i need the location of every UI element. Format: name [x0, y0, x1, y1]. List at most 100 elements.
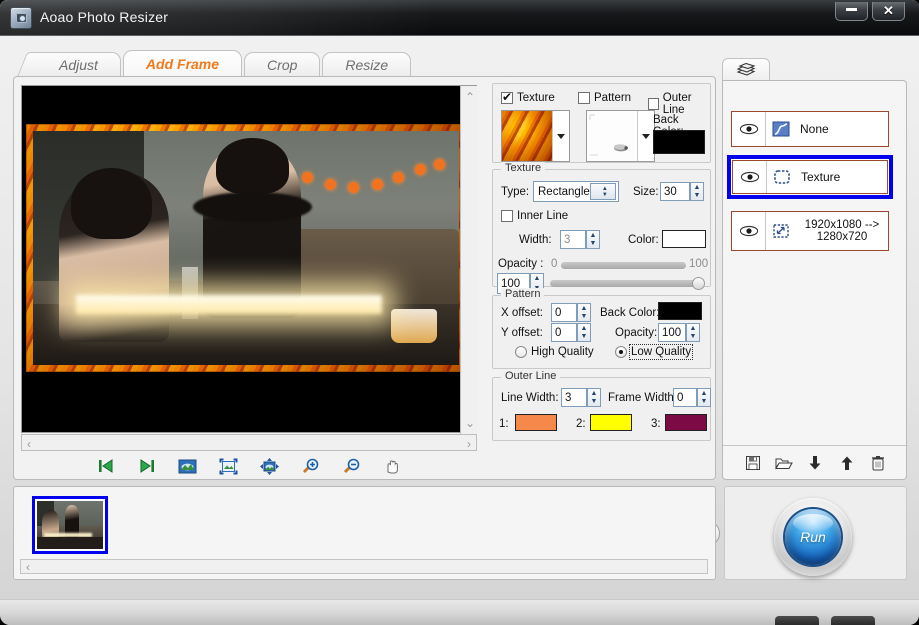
pattern-checkbox[interactable]	[578, 92, 590, 104]
tab-resize[interactable]: Resize	[322, 52, 412, 77]
thumbnail-item[interactable]	[32, 496, 108, 554]
x-offset-input[interactable]: 0	[551, 303, 577, 322]
delete-layer-button[interactable]	[868, 453, 888, 473]
actual-size-button[interactable]	[258, 456, 282, 477]
texture-checkbox[interactable]	[501, 90, 513, 104]
stepper-down-icon[interactable]: ▼	[578, 313, 590, 322]
outer-line-checkbox-row[interactable]: Outer Line	[648, 92, 710, 116]
thumbnail-scrollbar[interactable]: ‹	[20, 559, 708, 574]
inner-line-checkbox-row[interactable]: Inner Line	[501, 210, 568, 222]
photo-subject-back-hair	[71, 168, 153, 239]
size-stepper[interactable]: ▲ ▼	[690, 182, 704, 201]
move-up-button[interactable]	[837, 453, 857, 473]
opacity-slider-track[interactable]	[550, 280, 698, 287]
stepper-down-icon[interactable]: ▼	[588, 398, 600, 407]
stepper-up-icon[interactable]: ▲	[691, 183, 703, 192]
back-color-swatch[interactable]	[653, 130, 705, 154]
fit-page-button[interactable]	[217, 456, 241, 477]
stepper-down-icon[interactable]: ▼	[698, 398, 710, 407]
inner-color-swatch[interactable]	[662, 230, 706, 248]
stepper-up-icon[interactable]: ▲	[578, 304, 590, 313]
y-offset-input[interactable]: 0	[551, 323, 577, 342]
outer-color-1-swatch[interactable]	[515, 414, 557, 431]
pattern-opacity-stepper[interactable]: ▲ ▼	[686, 323, 700, 342]
zoom-out-button[interactable]	[340, 456, 364, 477]
texture-group-title: Texture	[501, 162, 546, 174]
minimize-button[interactable]	[835, 2, 868, 21]
texture-checkbox-row[interactable]: Texture	[501, 90, 555, 104]
frame-width-stepper[interactable]: ▲ ▼	[697, 388, 711, 407]
x-offset-label: X offset:	[501, 307, 543, 319]
image-preview[interactable]: ⌃ ⌄	[21, 85, 477, 434]
texture-dropdown-arrow[interactable]	[552, 111, 569, 161]
visibility-eye-icon[interactable]	[732, 212, 766, 250]
scroll-up-icon[interactable]: ⌃	[465, 91, 475, 103]
outer-color-3-swatch[interactable]	[665, 414, 707, 431]
pattern-opacity-input[interactable]: 100	[658, 323, 686, 342]
color1-label: 1:	[499, 418, 509, 430]
opacity-track-top[interactable]	[561, 262, 686, 269]
opacity-slider-knob[interactable]	[692, 277, 705, 290]
tab-adjust[interactable]: Adjust	[36, 52, 121, 77]
texture-swatch-picker[interactable]	[501, 110, 570, 162]
inner-width-stepper[interactable]: ▲ ▼	[586, 230, 600, 249]
stepper-up-icon[interactable]: ▲	[687, 324, 699, 333]
pattern-back-color-swatch[interactable]	[658, 302, 702, 320]
combo-spinner-icon[interactable]: ▲ ▼	[589, 183, 616, 200]
layer-item-texture[interactable]: Texture	[727, 155, 893, 199]
move-down-button[interactable]	[805, 453, 825, 473]
layer-item-resize[interactable]: 1920x1080 --> 1280x720	[731, 211, 889, 251]
outer-line-checkbox[interactable]	[648, 98, 659, 110]
scroll-down-icon[interactable]: ⌄	[465, 417, 475, 429]
zoom-in-button[interactable]	[299, 456, 323, 477]
low-quality-radio[interactable]	[615, 346, 627, 358]
inner-width-input[interactable]: 3	[560, 230, 586, 249]
line-width-stepper[interactable]: ▲ ▼	[587, 388, 601, 407]
visibility-eye-icon[interactable]	[732, 112, 766, 146]
stepper-down-icon[interactable]: ▼	[691, 192, 703, 201]
scroll-left-icon[interactable]: ‹	[26, 561, 30, 573]
stepper-up-icon[interactable]: ▲	[698, 389, 710, 398]
stepper-down-icon[interactable]: ▼	[687, 333, 699, 342]
stepper-up-icon[interactable]: ▲	[531, 274, 543, 284]
layers-tab[interactable]	[722, 58, 770, 81]
high-quality-radio-row[interactable]: High Quality	[515, 346, 594, 358]
stepper-down-icon[interactable]: ▼	[587, 240, 599, 249]
layer-label-resize: 1920x1080 --> 1280x720	[804, 218, 880, 243]
texture-type-combo[interactable]: Rectangle ▲ ▼	[533, 181, 619, 202]
outer-color-2-swatch[interactable]	[590, 414, 632, 431]
stepper-up-icon[interactable]: ▲	[588, 389, 600, 398]
x-offset-stepper[interactable]: ▲ ▼	[577, 303, 591, 322]
layer-item-none[interactable]: None	[731, 111, 889, 147]
pattern-checkbox-row[interactable]: Pattern	[578, 92, 631, 104]
preview-vertical-scrollbar[interactable]: ⌃ ⌄	[460, 86, 477, 434]
stepper-up-icon[interactable]: ▲	[587, 231, 599, 240]
application-window: Aoao Photo Resizer ✕ Adjust Add Frame Cr…	[0, 0, 919, 625]
size-input[interactable]: 30	[660, 182, 690, 201]
scroll-left-icon[interactable]: ‹	[27, 438, 31, 450]
pan-button[interactable]	[381, 456, 405, 477]
pattern-swatch-picker[interactable]	[586, 110, 655, 162]
tab-add-frame[interactable]: Add Frame	[122, 50, 243, 77]
pattern-opacity-label: Opacity:	[615, 327, 658, 339]
fit-width-button[interactable]	[176, 456, 200, 477]
high-quality-radio[interactable]	[515, 346, 527, 358]
frame-width-input[interactable]: 0	[673, 388, 697, 407]
inner-line-checkbox[interactable]	[501, 210, 513, 222]
run-button[interactable]: Run	[774, 498, 852, 576]
close-button[interactable]: ✕	[872, 2, 905, 21]
save-preset-button[interactable]	[743, 453, 763, 473]
tab-crop[interactable]: Crop	[244, 52, 321, 77]
scroll-right-icon[interactable]: ›	[467, 438, 471, 450]
first-image-button[interactable]	[94, 456, 118, 477]
pattern-dropdown-arrow[interactable]	[637, 111, 654, 161]
visibility-eye-icon[interactable]	[733, 161, 767, 193]
stepper-up-icon[interactable]: ▲	[578, 324, 590, 333]
low-quality-radio-row[interactable]: Low Quality	[615, 344, 694, 360]
stepper-down-icon[interactable]: ▼	[578, 333, 590, 342]
preview-horizontal-scrollbar[interactable]: ‹ ›	[21, 434, 477, 451]
line-width-input[interactable]: 3	[561, 388, 587, 407]
last-image-button[interactable]	[135, 456, 159, 477]
open-preset-button[interactable]	[774, 453, 794, 473]
y-offset-stepper[interactable]: ▲ ▼	[577, 323, 591, 342]
